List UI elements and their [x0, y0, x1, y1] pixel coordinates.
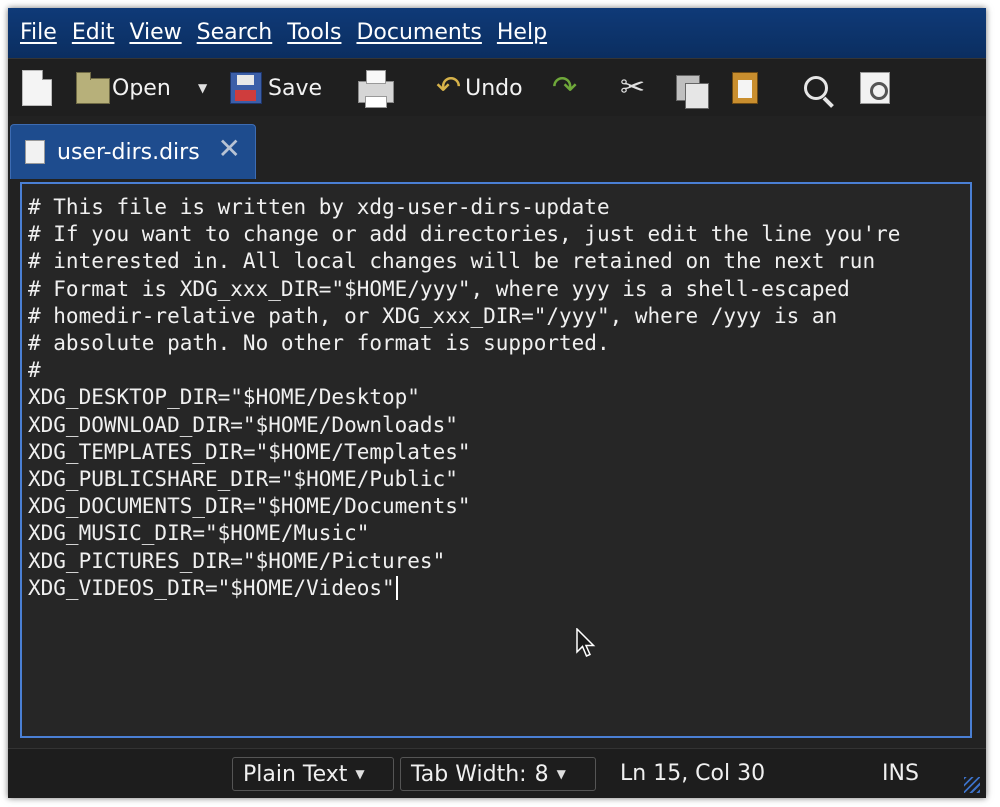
editor-content[interactable]: # This file is written by xdg-user-dirs-… [28, 194, 900, 602]
new-button[interactable] [22, 69, 52, 107]
menu-tools[interactable]: Tools [287, 22, 341, 44]
copy-icon [676, 75, 709, 109]
find-button[interactable] [804, 69, 828, 107]
menu-file[interactable]: File [20, 22, 57, 44]
folder-icon [76, 72, 110, 104]
code-line: XDG_DESKTOP_DIR="$HOME/Desktop" [28, 385, 420, 410]
close-icon[interactable]: ✕ [218, 135, 241, 163]
tab-width-label: Tab Width: [411, 761, 527, 787]
tab-label: user-dirs.dirs [57, 139, 200, 165]
code-line: # Format is XDG_xxx_DIR="$HOME/yyy", whe… [28, 276, 850, 301]
redo-icon: ↷ [552, 70, 578, 105]
language-selector[interactable]: Plain Text ▼ [232, 757, 394, 791]
undo-button[interactable]: ↶ Undo [436, 69, 523, 107]
menu-help[interactable]: Help [497, 22, 547, 44]
open-recent-dropdown[interactable]: ▼ [188, 69, 207, 107]
find-replace-icon [860, 72, 890, 104]
chevron-down-icon: ▼ [556, 767, 566, 781]
code-line: # absolute path. No other format is supp… [28, 331, 610, 356]
paste-icon [732, 72, 758, 104]
code-line: # interested in. All local changes will … [28, 249, 876, 274]
menu-documents[interactable]: Documents [356, 22, 481, 44]
save-label: Save [268, 75, 323, 101]
insert-mode: INS [882, 761, 919, 786]
tab-width-selector[interactable]: Tab Width: 8 ▼ [400, 757, 596, 791]
printer-icon [358, 70, 394, 108]
statusbar: Plain Text ▼ Tab Width: 8 ▼ Ln 15, Col 3… [8, 748, 986, 798]
code-line: XDG_DOWNLOAD_DIR="$HOME/Downloads" [28, 412, 458, 437]
gedit-window: File Edit View Search Tools Documents He… [8, 8, 986, 798]
code-line: XDG_PICTURES_DIR="$HOME/Pictures" [28, 548, 446, 573]
tab-bar: user-dirs.dirs ✕ [8, 116, 986, 180]
redo-button[interactable]: ↷ [552, 69, 577, 107]
resize-grip-icon[interactable] [964, 777, 980, 793]
code-line: # homedir-relative path, or XDG_xxx_DIR=… [28, 303, 838, 328]
chevron-down-icon: ▼ [198, 81, 208, 95]
chevron-down-icon: ▼ [355, 767, 365, 781]
code-line: XDG_TEMPLATES_DIR="$HOME/Templates" [28, 439, 471, 464]
cursor-position: Ln 15, Col 30 [620, 761, 766, 786]
magnifier-icon [804, 76, 828, 100]
copy-button[interactable] [676, 69, 709, 109]
code-line: # This file is written by xdg-user-dirs-… [28, 195, 610, 219]
code-line: # If you want to change or add directori… [28, 222, 901, 247]
document-icon [25, 140, 45, 164]
menu-edit[interactable]: Edit [72, 22, 115, 44]
paste-button[interactable] [732, 69, 758, 107]
text-caret [395, 575, 398, 600]
print-button[interactable] [358, 69, 394, 108]
menubar: File Edit View Search Tools Documents He… [8, 8, 986, 58]
menu-search[interactable]: Search [197, 22, 273, 44]
code-line: XDG_PUBLICSHARE_DIR="$HOME/Public" [28, 467, 458, 492]
code-line: XDG_VIDEOS_DIR="$HOME/Videos" [28, 575, 395, 600]
cut-button[interactable]: ✂ [620, 69, 645, 107]
floppy-icon [230, 72, 262, 104]
open-label: Open [112, 75, 171, 101]
tab-width-value: 8 [534, 761, 549, 787]
language-label: Plain Text [243, 761, 348, 787]
new-file-icon [22, 70, 52, 106]
replace-button[interactable] [860, 69, 890, 107]
menu-view[interactable]: View [129, 22, 181, 44]
toolbar: Open ▼ Save ↶ Undo ↷ ✂ [8, 58, 986, 117]
scissors-icon: ✂ [620, 70, 646, 105]
undo-label: Undo [465, 75, 523, 101]
code-line: XDG_MUSIC_DIR="$HOME/Music" [28, 521, 370, 546]
code-line: XDG_DOCUMENTS_DIR="$HOME/Documents" [28, 494, 471, 519]
save-button[interactable]: Save [230, 69, 322, 107]
code-line: # [28, 358, 41, 383]
text-editor[interactable]: # This file is written by xdg-user-dirs-… [20, 182, 972, 738]
open-button[interactable]: Open [76, 69, 171, 107]
mouse-pointer-icon [576, 628, 596, 657]
tab-user-dirs[interactable]: user-dirs.dirs ✕ [10, 124, 256, 179]
undo-arrow-icon: ↶ [436, 70, 462, 105]
